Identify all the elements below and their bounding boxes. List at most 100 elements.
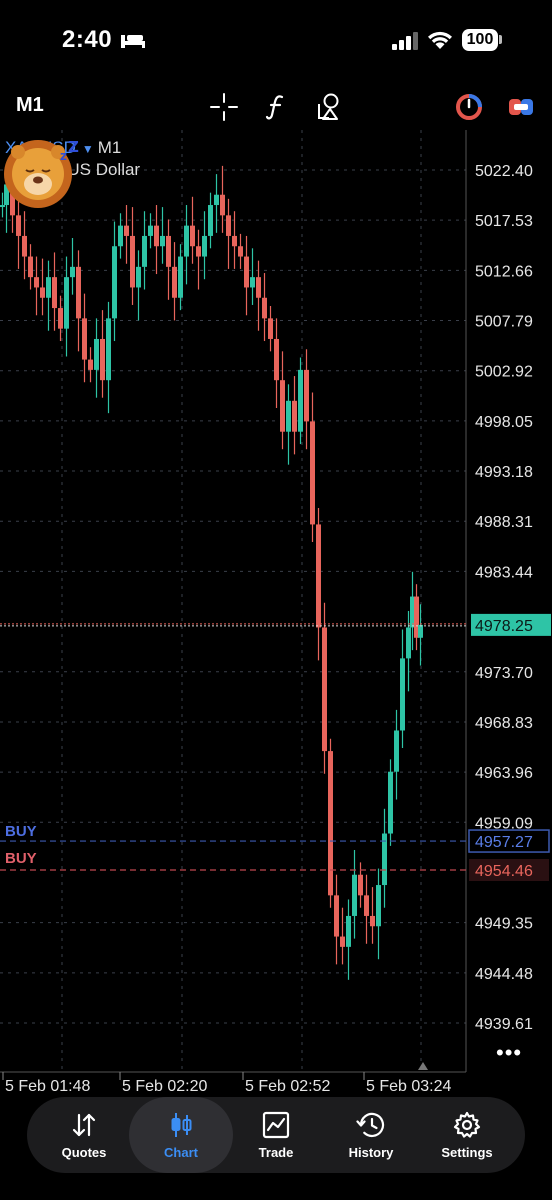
price-tick-label: 4968.83 (475, 715, 533, 732)
current-price-tag: 4978.25 (475, 618, 533, 635)
candle-body (268, 318, 273, 339)
candle-body (274, 338, 279, 381)
candle-body (184, 225, 189, 257)
tab-label: Chart (164, 1145, 198, 1160)
candle-body (22, 235, 27, 257)
svg-text:z: z (60, 149, 67, 163)
crosshair-button[interactable] (207, 90, 241, 124)
tab-chart[interactable]: Chart (129, 1097, 233, 1173)
price-tick-label: 4963.96 (475, 765, 533, 782)
lion-sleeping-icon: z Z (4, 138, 79, 208)
price-tick-label: 5022.40 (475, 163, 533, 180)
candle-body (388, 771, 393, 834)
candle-body (346, 915, 351, 947)
price-tick-label: 5012.66 (475, 263, 533, 280)
price-tick-label: 5007.79 (475, 314, 533, 331)
candle-body (334, 895, 339, 937)
crosshair-icon (210, 93, 238, 121)
price-tick-label: 4944.48 (475, 966, 533, 983)
candle-body (310, 421, 315, 525)
candle-body (160, 235, 165, 247)
cell-signal-icon (392, 32, 418, 50)
quotes-arrows-icon (72, 1113, 96, 1137)
candle-body (394, 730, 399, 772)
buy-order-label[interactable]: BUY (5, 823, 37, 840)
one-click-trading-icon (456, 94, 482, 120)
objects-button[interactable] (311, 90, 345, 124)
buy-price-tag: 4957.27 (475, 834, 533, 851)
trade-panel-icon (509, 99, 533, 115)
price-tick-label: 4939.61 (475, 1016, 533, 1033)
buy-order-label-2[interactable]: BUY (5, 850, 37, 867)
candle-body (286, 400, 291, 432)
status-time: 2:40 (62, 26, 113, 53)
candle-body (196, 246, 201, 257)
sell-price-tag: 4954.46 (475, 863, 533, 880)
candle-body (58, 308, 63, 329)
chart-timeframe: M1 (97, 138, 122, 157)
status-bar: 2:40 100 (0, 0, 552, 84)
tab-settings[interactable]: Settings (417, 1097, 517, 1173)
price-tick-label: 4988.31 (475, 514, 533, 531)
tab-trade[interactable]: Trade (226, 1097, 326, 1173)
candle-body (190, 225, 195, 247)
chart-canvas[interactable]: 5022.40 5017.53 5012.66 5007.79 5002.92 4998.… (0, 130, 552, 1100)
candle-body (70, 266, 75, 278)
tab-label: Settings (441, 1145, 493, 1160)
candle-body (220, 194, 225, 216)
depth-of-market-button[interactable] (504, 90, 538, 124)
price-tick-label: 4949.35 (475, 916, 533, 933)
chart-shift-marker (418, 1062, 428, 1070)
price-chart[interactable]: 5022.40 5017.53 5012.66 5007.79 5002.92 4998.… (0, 130, 552, 1100)
tab-quotes[interactable]: Quotes (34, 1097, 134, 1173)
sleep-bed-icon (121, 35, 145, 48)
svg-text:Z: Z (68, 138, 79, 156)
candle-body (340, 936, 345, 947)
candle-body (130, 235, 135, 288)
candle-body (88, 359, 93, 370)
candle-body (16, 215, 21, 236)
tab-label: Trade (258, 1145, 294, 1160)
candle-body (352, 874, 357, 916)
indicators-button[interactable] (259, 90, 293, 124)
candle-body (214, 194, 219, 206)
candle-body (292, 400, 297, 432)
chart-toolbar: M1 (0, 84, 552, 130)
bottom-tab-bar: Quotes Chart Trade History Settings (27, 1097, 525, 1173)
battery-level: 100 (462, 29, 498, 51)
candle-body (52, 277, 57, 309)
candle-body (154, 225, 159, 247)
candle-body (400, 658, 405, 731)
time-tick-label: 5 Feb 03:24 (366, 1078, 452, 1095)
candle-body (118, 225, 123, 247)
time-tick-label: 5 Feb 02:52 (245, 1078, 331, 1095)
candle-body (178, 256, 183, 298)
candle-body (322, 627, 327, 752)
wifi-icon (428, 31, 452, 49)
candlestick-icon (171, 1113, 192, 1137)
candle-body (304, 369, 309, 422)
candle-body (172, 266, 177, 298)
timeframe-selector[interactable]: M1 (16, 94, 44, 117)
trade-chart-icon (262, 1111, 290, 1139)
candle-body (256, 277, 261, 298)
more-options-icon[interactable]: ••• (496, 1040, 522, 1066)
candle-body (370, 915, 375, 927)
candle-body (364, 895, 369, 916)
candle-body (82, 318, 87, 360)
price-tick-label: 4973.70 (475, 665, 533, 682)
candle-body (328, 751, 333, 896)
battery-nub (499, 35, 502, 44)
candle-body (262, 297, 267, 319)
candle-body (40, 287, 45, 298)
candle-body (316, 524, 321, 628)
candle-body (106, 318, 111, 381)
one-click-trading-button[interactable] (452, 90, 486, 124)
candle-body (34, 277, 39, 288)
tab-history[interactable]: History (321, 1097, 421, 1173)
candle-body (124, 225, 129, 236)
price-tick-label: 5017.53 (475, 213, 533, 230)
candle-body (232, 235, 237, 247)
candle-body (280, 380, 285, 432)
time-tick-label: 5 Feb 01:48 (5, 1078, 91, 1095)
